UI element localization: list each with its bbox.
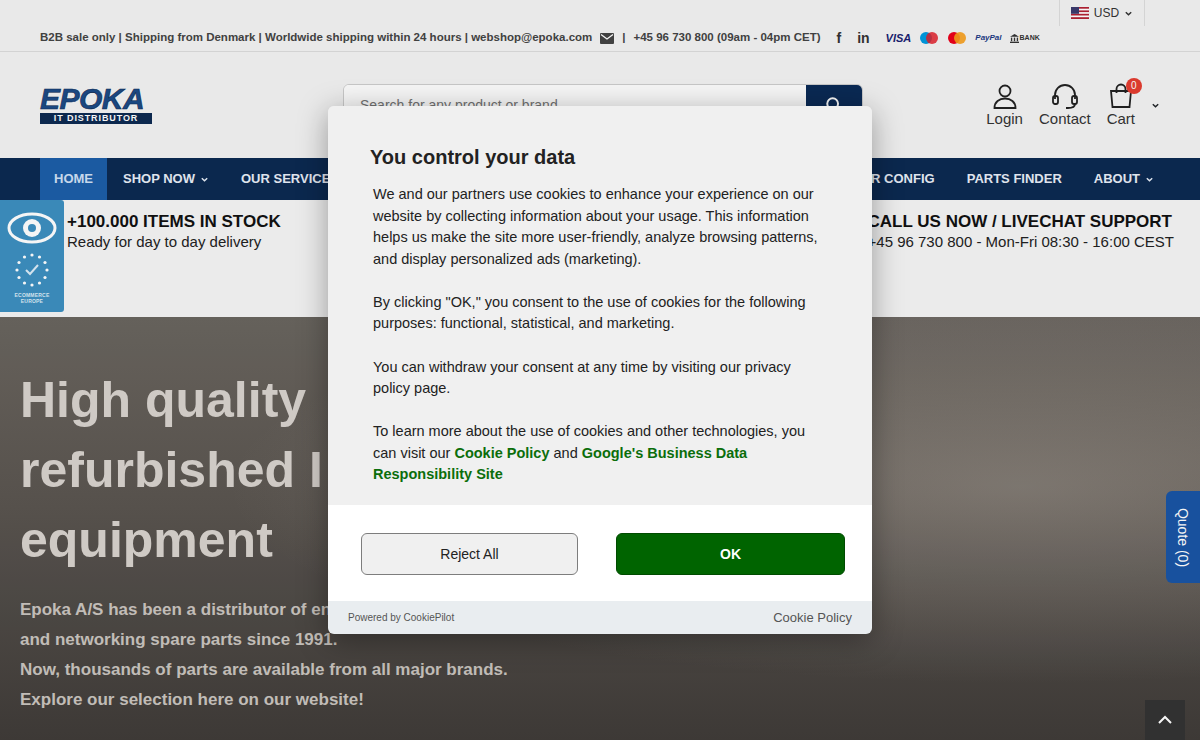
- consent-paragraph: To learn more about the use of cookies a…: [373, 421, 822, 486]
- consent-buttons: Reject All OK: [328, 505, 872, 601]
- consent-content: You control your data We and our partners…: [328, 106, 872, 505]
- consent-paragraph: By clicking "OK," you consent to the use…: [373, 292, 822, 335]
- ok-button[interactable]: OK: [616, 533, 845, 575]
- consent-paragraph: We and our partners use cookies to enhan…: [373, 184, 822, 270]
- reject-all-button[interactable]: Reject All: [361, 533, 578, 575]
- cookie-consent-dialog: You control your data We and our partners…: [328, 106, 872, 634]
- page: USDB2B sale only | Shipping from Denmark…: [0, 0, 1200, 740]
- paragraph-text: By clicking "OK," you consent to the use…: [373, 294, 806, 332]
- cookie-policy-link[interactable]: Cookie Policy: [773, 608, 852, 628]
- consent-footer: Powered by CookiePilot Cookie Policy: [328, 601, 872, 634]
- policy-link[interactable]: Cookie Policy: [454, 445, 549, 461]
- powered-by: Powered by CookiePilot: [348, 610, 454, 625]
- consent-paragraph: You can withdraw your consent at any tim…: [373, 357, 822, 400]
- paragraph-text: and: [550, 445, 582, 461]
- paragraph-text: We and our partners use cookies to enhan…: [373, 186, 818, 267]
- paragraph-text: You can withdraw your consent at any tim…: [373, 359, 791, 397]
- consent-title: You control your data: [370, 144, 822, 170]
